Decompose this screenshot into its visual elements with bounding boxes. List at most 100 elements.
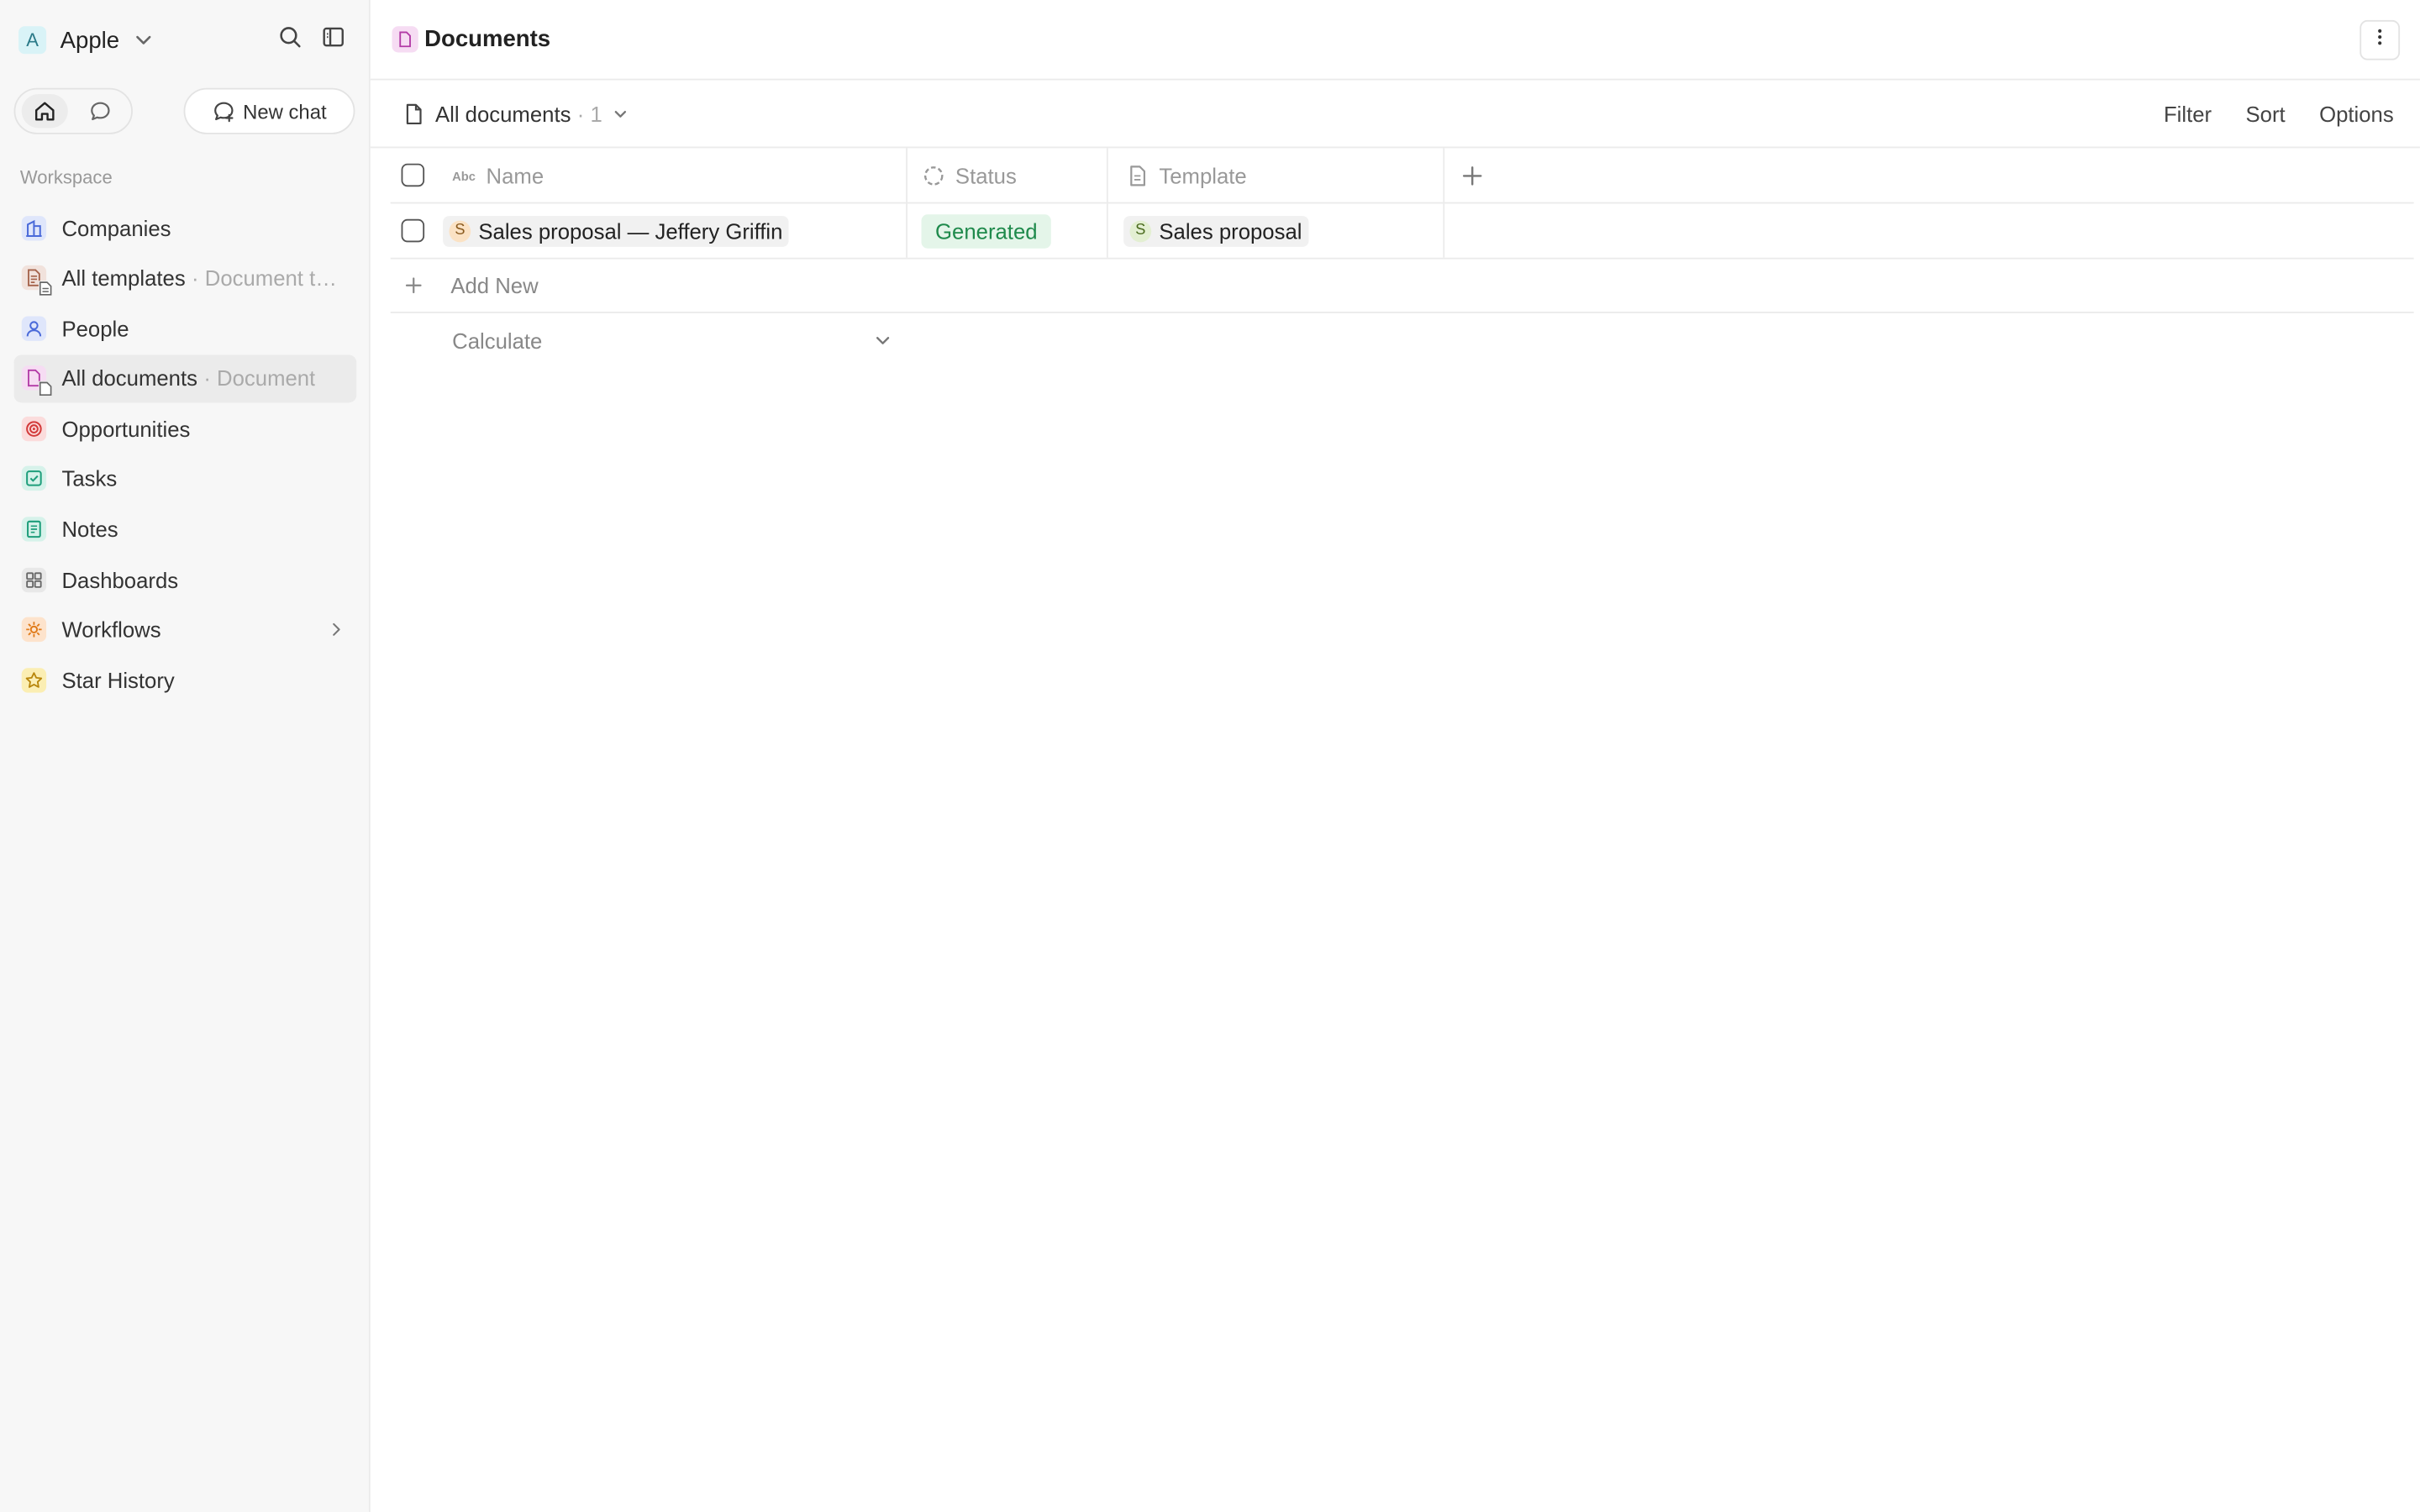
- view-actions: Filter Sort Options: [2164, 102, 2394, 126]
- record-avatar: S: [449, 219, 471, 242]
- new-chat-label: New chat: [243, 99, 327, 123]
- workflow-icon: [21, 617, 47, 643]
- add-column-cell: [1444, 148, 2413, 202]
- chevron-down-icon: [132, 28, 156, 52]
- document-icon: [392, 26, 418, 53]
- sidebar-item-people[interactable]: People: [14, 304, 357, 352]
- column-header-name[interactable]: Abc Name: [434, 148, 908, 202]
- select-all-cell: [391, 148, 434, 202]
- filter-button[interactable]: Filter: [2164, 102, 2212, 126]
- collapse-sidebar-icon[interactable]: [321, 24, 345, 49]
- workspace-section-label: Workspace: [19, 166, 113, 189]
- view-selector[interactable]: All documents · 1: [402, 102, 634, 127]
- sidebar-item-all-templates[interactable]: All templates · Document t…: [14, 254, 357, 302]
- notes-icon: [21, 517, 47, 542]
- template-name: Sales proposal: [1159, 218, 1302, 244]
- plus-icon: [402, 273, 426, 297]
- sort-button[interactable]: Sort: [2246, 102, 2286, 126]
- file-icon: [402, 102, 426, 126]
- plus-icon[interactable]: [1460, 163, 1485, 187]
- sidebar-item-notes[interactable]: Notes: [14, 506, 357, 554]
- chat-button[interactable]: [77, 94, 124, 128]
- record-chip[interactable]: S Sales proposal — Jeffery Griffin: [443, 215, 789, 246]
- sidebar-item-opportunities[interactable]: Opportunities: [14, 405, 357, 453]
- sidebar-item-label: Opportunities: [61, 416, 191, 442]
- sidebar-nav: Companies All templates · Document t… Pe…: [13, 203, 357, 706]
- row-checkbox[interactable]: [400, 218, 424, 243]
- svg-text:Abc: Abc: [452, 170, 476, 183]
- building-icon: [21, 215, 47, 240]
- sidebar-item-star-history[interactable]: Star History: [14, 656, 357, 704]
- status-circle-icon: [922, 163, 946, 187]
- records-table: Abc Name Status Template S Sales proposa…: [390, 148, 2414, 369]
- main-panel: Documents All documents · 1 Filter Sort …: [370, 0, 2420, 1512]
- person-icon: [21, 315, 47, 341]
- sidebar-item-label: Notes: [61, 517, 118, 542]
- sidebar-item-dashboards[interactable]: Dashboards: [14, 555, 357, 603]
- sidebar-item-sub: · Document: [203, 365, 316, 391]
- column-header-label: Template: [1159, 162, 1247, 188]
- vertical-dots-icon: [2369, 25, 2391, 55]
- view-bar: All documents · 1 Filter Sort Options: [370, 81, 2420, 149]
- row-select-cell: [391, 203, 434, 257]
- chat-bubble-icon: [88, 99, 113, 123]
- sidebar-item-label: Dashboards: [61, 567, 179, 592]
- workspace-avatar: A: [18, 26, 47, 55]
- table-row[interactable]: S Sales proposal — Jeffery Griffin Gener…: [390, 203, 2414, 260]
- target-icon: [21, 416, 47, 442]
- calculate-label: Calculate: [452, 328, 543, 354]
- dashboard-icon: [21, 567, 47, 592]
- table-header-row: Abc Name Status Template: [390, 148, 2414, 204]
- add-new-row[interactable]: Add New: [390, 260, 2414, 313]
- sidebar-item-companies[interactable]: Companies: [14, 203, 357, 251]
- document-icon: [21, 365, 53, 397]
- sidebar-item-sub: · Document t…: [192, 265, 337, 291]
- options-button[interactable]: Options: [2319, 102, 2394, 126]
- select-all-checkbox[interactable]: [400, 163, 424, 187]
- sidebar-item-label: Companies: [61, 215, 171, 240]
- column-header-template[interactable]: Template: [1108, 148, 1445, 202]
- view-count: · 1: [576, 102, 602, 127]
- workspace-switcher[interactable]: A Apple: [18, 22, 352, 59]
- record-name: Sales proposal — Jeffery Griffin: [478, 218, 783, 244]
- workspace-name: Apple: [60, 27, 120, 54]
- add-new-label: Add New: [450, 273, 539, 298]
- checkbox-icon: [21, 466, 47, 491]
- sidebar-item-label: All documents: [61, 365, 197, 391]
- new-chat-icon: [212, 99, 236, 123]
- empty-cell: [1444, 203, 2413, 257]
- template-doc-icon: [21, 265, 53, 297]
- sidebar: A Apple New chat Workspace Companies All…: [0, 0, 371, 1512]
- page-title: Documents: [424, 26, 551, 53]
- status-badge: Generated: [921, 213, 1052, 248]
- sidebar-item-workflows[interactable]: Workflows: [14, 606, 357, 654]
- status-cell[interactable]: Generated: [908, 203, 1108, 258]
- name-cell[interactable]: S Sales proposal — Jeffery Griffin: [434, 203, 908, 258]
- sidebar-item-label: Star History: [61, 668, 175, 693]
- search-icon[interactable]: [278, 24, 302, 49]
- template-cell[interactable]: S Sales proposal: [1108, 203, 1445, 258]
- chevron-down-icon: [871, 328, 895, 353]
- template-avatar: S: [1129, 219, 1152, 242]
- new-chat-button[interactable]: New chat: [183, 87, 355, 134]
- file-icon: [1125, 163, 1150, 187]
- home-chat-toggle: [13, 87, 133, 134]
- view-name: All documents: [434, 102, 571, 127]
- text-field-icon: Abc: [452, 163, 476, 187]
- star-icon: [21, 668, 47, 693]
- sidebar-item-tasks[interactable]: Tasks: [14, 455, 357, 503]
- top-bar: Documents: [370, 0, 2420, 81]
- sidebar-item-all-documents[interactable]: All documents · Document: [13, 354, 357, 402]
- chevron-right-icon[interactable]: [326, 618, 348, 644]
- more-options-button[interactable]: [2360, 19, 2401, 60]
- template-chip[interactable]: S Sales proposal: [1123, 215, 1308, 246]
- sidebar-item-label: People: [61, 315, 129, 341]
- column-header-status[interactable]: Status: [908, 148, 1108, 202]
- sidebar-item-label: All templates: [61, 265, 186, 291]
- calculate-row[interactable]: Calculate: [391, 313, 2414, 369]
- app-root: A Apple New chat Workspace Companies All…: [0, 0, 2420, 1512]
- home-button[interactable]: [21, 94, 68, 129]
- sidebar-item-label: Tasks: [61, 466, 118, 491]
- column-header-label: Name: [486, 162, 544, 188]
- sidebar-item-label: Workflows: [61, 617, 161, 643]
